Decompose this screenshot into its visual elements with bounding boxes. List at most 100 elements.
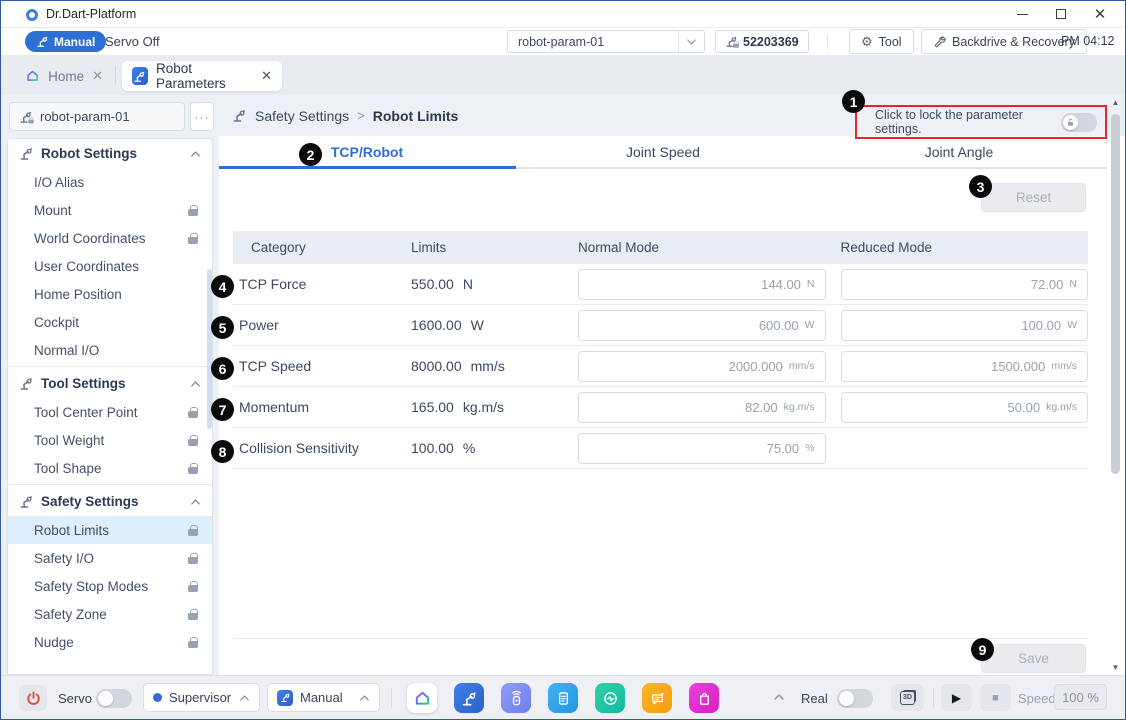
active-tab-underline: [219, 166, 516, 169]
dock-jog-icon[interactable]: [501, 683, 531, 713]
sidebar-group-safety-settings[interactable]: Safety Settings: [8, 487, 212, 516]
sidebar-item-safety-zone[interactable]: Safety Zone: [8, 600, 212, 628]
sidebar-item-io-alias[interactable]: I/O Alias: [8, 168, 212, 196]
app-dock: [407, 683, 719, 713]
tool-button[interactable]: ⚙ Tool: [849, 29, 914, 54]
dock-task-writer-icon[interactable]: [548, 683, 578, 713]
tab-tcp-robot[interactable]: TCP/Robot: [219, 136, 515, 167]
sidebar-item-home-position[interactable]: Home Position: [8, 280, 212, 308]
item-label: Home Position: [34, 287, 122, 302]
vertical-scrollbar[interactable]: ▲ ▼: [1109, 98, 1122, 672]
gear-icon: ⚙: [861, 35, 873, 48]
tab-home[interactable]: Home ✕: [15, 61, 113, 91]
minimize-button[interactable]: [1005, 1, 1039, 27]
3d-view-button[interactable]: 3D: [891, 684, 924, 711]
sidebar-item-tool-center-point[interactable]: Tool Center Point: [8, 398, 212, 426]
wrench-icon: [933, 35, 946, 48]
normal-mode-input-momentum[interactable]: 82.00kg.m/s: [578, 392, 826, 423]
sidebar-item-safety-io[interactable]: Safety I/O: [8, 544, 212, 572]
dock-robot-parameters-icon[interactable]: [454, 683, 484, 713]
table-row-power: Power 1600.00W 600.00W 100.00W: [233, 305, 1088, 346]
speed-label: Speed: [1018, 691, 1056, 706]
close-button[interactable]: ✕: [1083, 1, 1117, 27]
item-label: Safety Stop Modes: [34, 579, 148, 594]
item-label: Nudge: [34, 635, 74, 650]
reset-button[interactable]: Reset: [981, 183, 1086, 212]
sidebar-item-cockpit[interactable]: Cockpit: [8, 308, 212, 336]
row-category: Momentum: [233, 399, 396, 415]
breadcrumb-group[interactable]: Safety Settings: [255, 108, 349, 124]
lock-icon: [188, 407, 198, 418]
close-icon[interactable]: ✕: [261, 68, 272, 84]
home-icon: [25, 68, 40, 84]
sidebar-group-tool-settings[interactable]: Tool Settings: [8, 369, 212, 398]
tab-robot-parameters[interactable]: Robot Parameters ✕: [122, 61, 282, 91]
dock-home-icon[interactable]: [407, 683, 437, 713]
sidebar-group-robot-settings[interactable]: Robot Settings: [8, 139, 212, 168]
power-button[interactable]: [19, 685, 47, 711]
mode-badge[interactable]: Manual: [25, 31, 106, 52]
dock-monitoring-icon[interactable]: [595, 683, 625, 713]
lock-icon: [188, 435, 198, 446]
mode-value: Manual: [300, 690, 343, 705]
sidebar-item-safety-stop-modes[interactable]: Safety Stop Modes: [8, 572, 212, 600]
parameter-name-field[interactable]: robot-param-01: [9, 102, 185, 131]
power-icon: [25, 690, 42, 707]
robot-serial-badge[interactable]: 52203369: [715, 30, 809, 53]
mode-dropdown[interactable]: Manual: [267, 683, 380, 712]
more-options-button[interactable]: ···: [190, 102, 214, 131]
servo-toggle[interactable]: [96, 689, 132, 708]
dock-collapse-chevron[interactable]: [773, 693, 785, 701]
normal-mode-input-collision-sensitivity[interactable]: 75.00%: [578, 433, 826, 464]
sidebar-item-tool-weight[interactable]: Tool Weight: [8, 426, 212, 454]
lock-icon: [188, 609, 198, 620]
normal-mode-input-tcp-speed[interactable]: 2000.000mm/s: [578, 351, 826, 382]
close-icon[interactable]: ✕: [92, 68, 103, 84]
maximize-button[interactable]: [1044, 1, 1078, 27]
stop-button[interactable]: ■: [980, 684, 1011, 711]
dock-store-icon[interactable]: [689, 683, 719, 713]
row-category: Power: [233, 317, 396, 333]
sidebar-item-nudge[interactable]: Nudge: [8, 628, 212, 656]
servo-label: Servo: [58, 691, 92, 706]
parameter-lock-toggle[interactable]: [1061, 113, 1097, 132]
scroll-down-arrow[interactable]: ▼: [1109, 663, 1122, 672]
reduced-mode-input-tcp-speed[interactable]: 1500.000mm/s: [841, 351, 1089, 382]
chevron-up-icon: [190, 150, 201, 158]
backdrive-button-label: Backdrive & Recovery: [952, 35, 1075, 49]
parameter-select[interactable]: robot-param-01: [507, 30, 705, 53]
role-dropdown[interactable]: Supervisor: [143, 683, 260, 712]
play-button[interactable]: ▶: [941, 684, 972, 711]
normal-mode-input-power[interactable]: 600.00W: [578, 310, 826, 341]
sidebar-item-robot-limits[interactable]: Robot Limits: [8, 516, 212, 544]
save-button[interactable]: Save: [981, 644, 1086, 673]
item-label: Normal I/O: [34, 343, 99, 358]
scroll-up-arrow[interactable]: ▲: [1109, 98, 1122, 107]
sidebar-item-tool-shape[interactable]: Tool Shape: [8, 454, 212, 482]
mode-badge-label: Manual: [54, 35, 95, 49]
tab-joint-speed[interactable]: Joint Speed: [515, 136, 811, 167]
sidebar-item-world-coordinates[interactable]: World Coordinates: [8, 224, 212, 252]
annotation-5: 5: [211, 316, 234, 339]
sidebar: robot-param-01 ··· Robot Settings I/O Al…: [1, 95, 219, 675]
table-row-momentum: Momentum 165.00kg.m/s 82.00kg.m/s 50.00k…: [233, 387, 1088, 428]
sidebar-item-mount[interactable]: Mount: [8, 196, 212, 224]
dock-log-icon[interactable]: [642, 683, 672, 713]
lock-icon: [188, 637, 198, 648]
chevron-up-icon: [239, 694, 250, 702]
normal-mode-input-tcp-force[interactable]: 144.00N: [578, 269, 826, 300]
real-sim-toggle[interactable]: [837, 689, 873, 708]
tab-joint-angle[interactable]: Joint Angle: [811, 136, 1107, 167]
lock-icon: [188, 233, 198, 244]
reduced-mode-input-momentum[interactable]: 50.00kg.m/s: [841, 392, 1089, 423]
app-tab-bar: Home ✕ Robot Parameters ✕: [1, 55, 1125, 95]
speed-value-badge[interactable]: 100 %: [1054, 684, 1107, 710]
sidebar-item-user-coordinates[interactable]: User Coordinates: [8, 252, 212, 280]
scrollbar-thumb[interactable]: [1111, 114, 1120, 474]
item-label: Tool Shape: [34, 461, 102, 476]
annotation-9: 9: [971, 638, 994, 661]
reduced-mode-input-power[interactable]: 100.00W: [841, 310, 1089, 341]
reduced-mode-input-tcp-force[interactable]: 72.00N: [841, 269, 1089, 300]
sidebar-item-normal-io[interactable]: Normal I/O: [8, 336, 212, 364]
status-bar: Manual Servo Off robot-param-01 52203369…: [1, 28, 1125, 55]
